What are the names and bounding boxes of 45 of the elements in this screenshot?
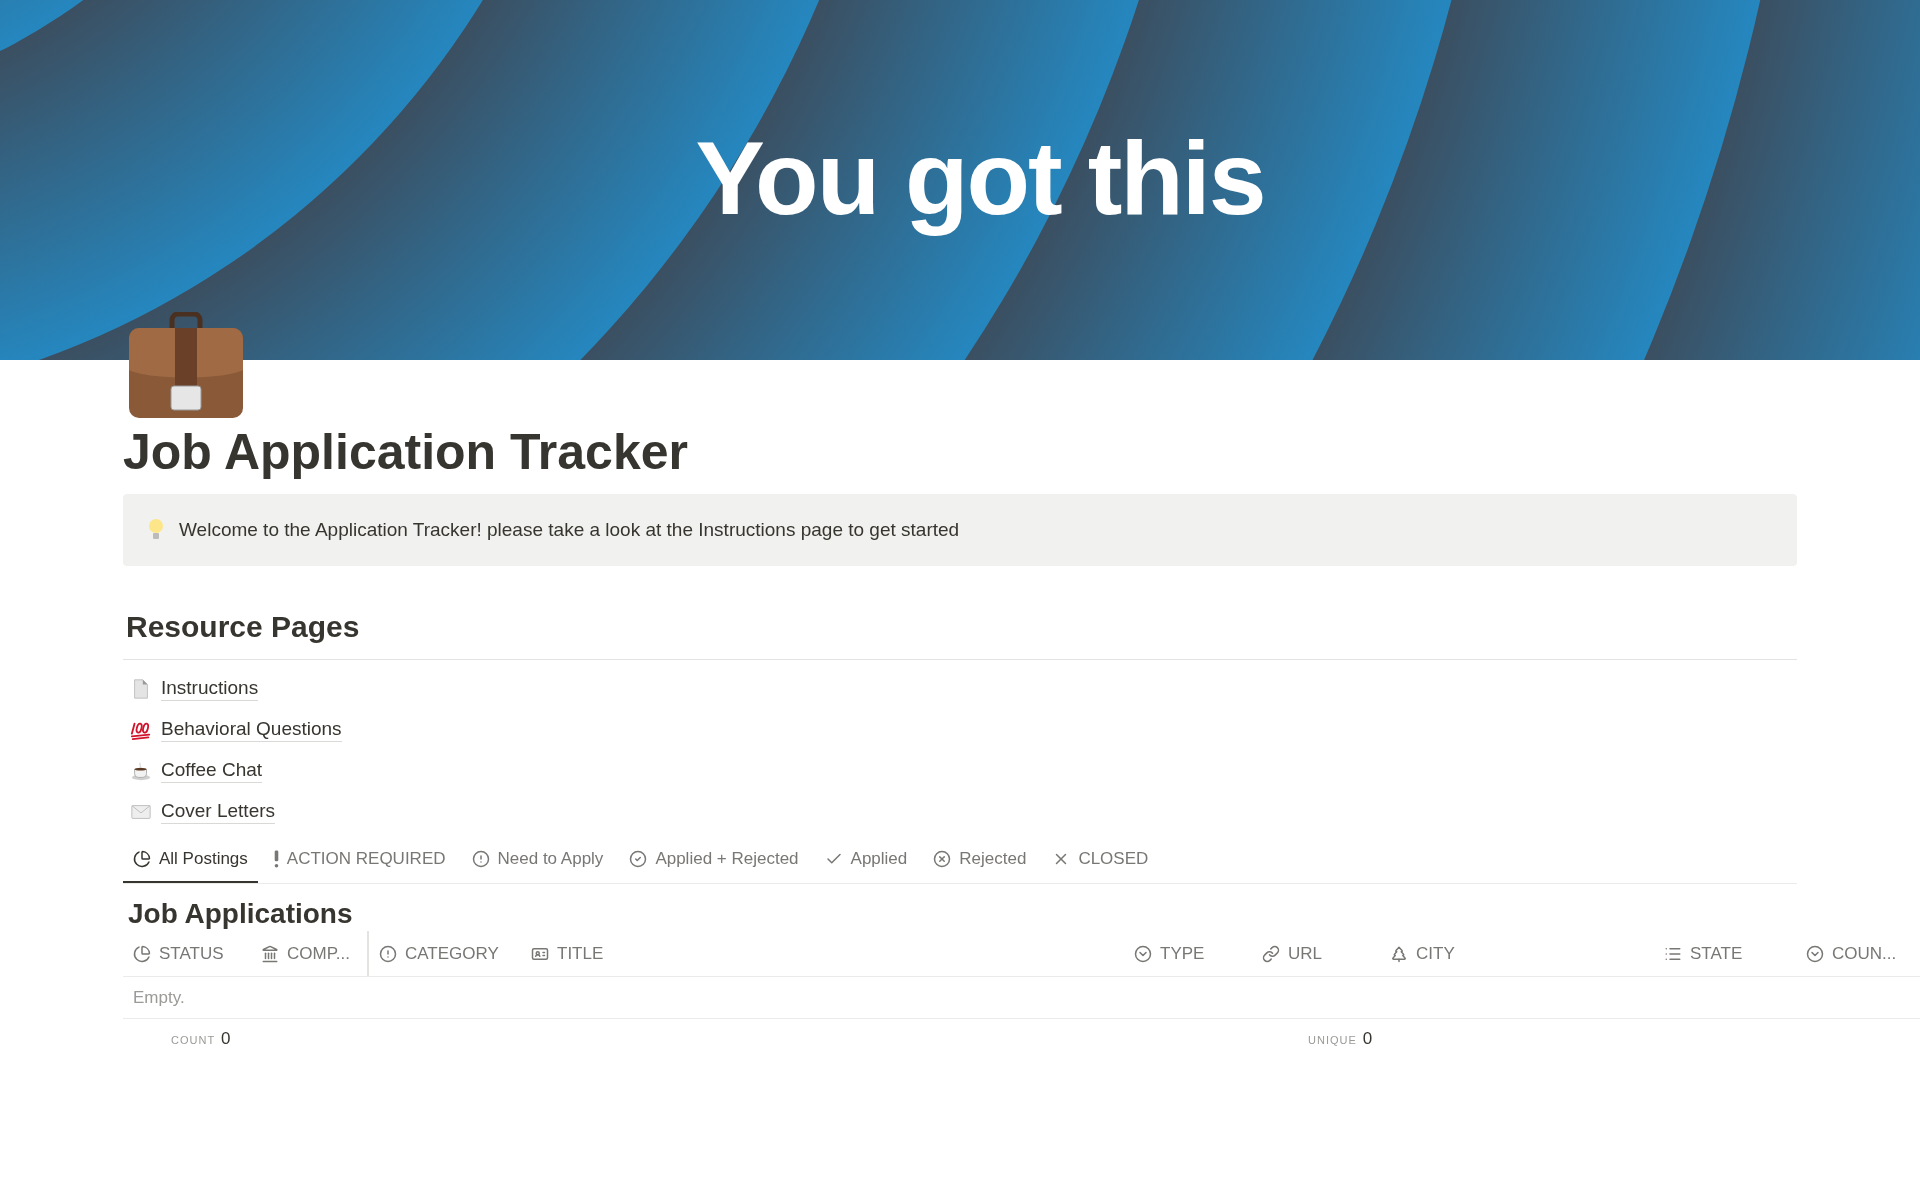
chevron-circle-icon [1806,944,1824,963]
page-title: Job Application Tracker [123,423,689,482]
cover-title: You got this [695,119,1265,238]
empty-state-text: Empty. [133,986,185,1009]
check-circle-icon [629,850,648,868]
column-header[interactable]: TYPE [1124,931,1252,976]
view-tab[interactable]: CLOSED [1042,837,1159,883]
alert-circle-icon [471,850,490,868]
column-header[interactable]: CATEGORY [367,931,521,976]
column-header[interactable]: TITLE [521,931,1124,976]
coffee-cup-icon [130,759,152,782]
pie-chart-icon [133,850,151,868]
table-title: Job Applications [127,897,354,931]
page-link[interactable]: Behavioral Questions [161,717,342,742]
column-header[interactable]: STATUS [123,931,251,976]
exclamation-icon [273,850,279,868]
section-heading: Resource Pages [123,604,1797,660]
column-header[interactable]: COUN... [1796,931,1920,976]
bank-icon [261,944,279,963]
tree-icon [1390,944,1408,963]
x-circle-icon [933,850,952,868]
lightbulb-icon [147,518,165,542]
column-header[interactable]: COMP... [251,931,367,976]
page-link[interactable]: Coffee Chat [161,758,263,783]
alert-circle-icon [379,944,397,963]
callout-text: Welcome to the Application Tracker! please take a look at the Instructions page to get started [179,517,960,542]
column-header[interactable]: URL [1252,931,1380,976]
page-link[interactable]: Instructions [161,676,259,701]
view-tab[interactable]: All Postings [123,837,258,883]
page-link[interactable]: Cover Letters [161,799,276,824]
view-tab[interactable]: Applied [814,837,918,883]
view-tab[interactable]: Rejected [923,837,1037,883]
column-header[interactable]: CITY [1380,931,1654,976]
view-tab[interactable]: Applied + Rejected [619,837,809,883]
view-tab[interactable]: Need to Apply [461,837,614,883]
column-header[interactable]: STATE [1654,931,1796,976]
calculation-label: UNIQUE [1308,1033,1357,1049]
calculation-value: 0 [221,1028,231,1051]
view-tab[interactable]: ACTION REQUIRED [263,837,456,883]
calculation-label: COUNT [171,1033,216,1049]
chevron-circle-icon [1134,944,1152,963]
briefcase-icon [127,312,245,420]
link-icon [1262,944,1280,963]
calculation-value: 0 [1362,1028,1373,1051]
pie-chart-icon [133,944,151,963]
